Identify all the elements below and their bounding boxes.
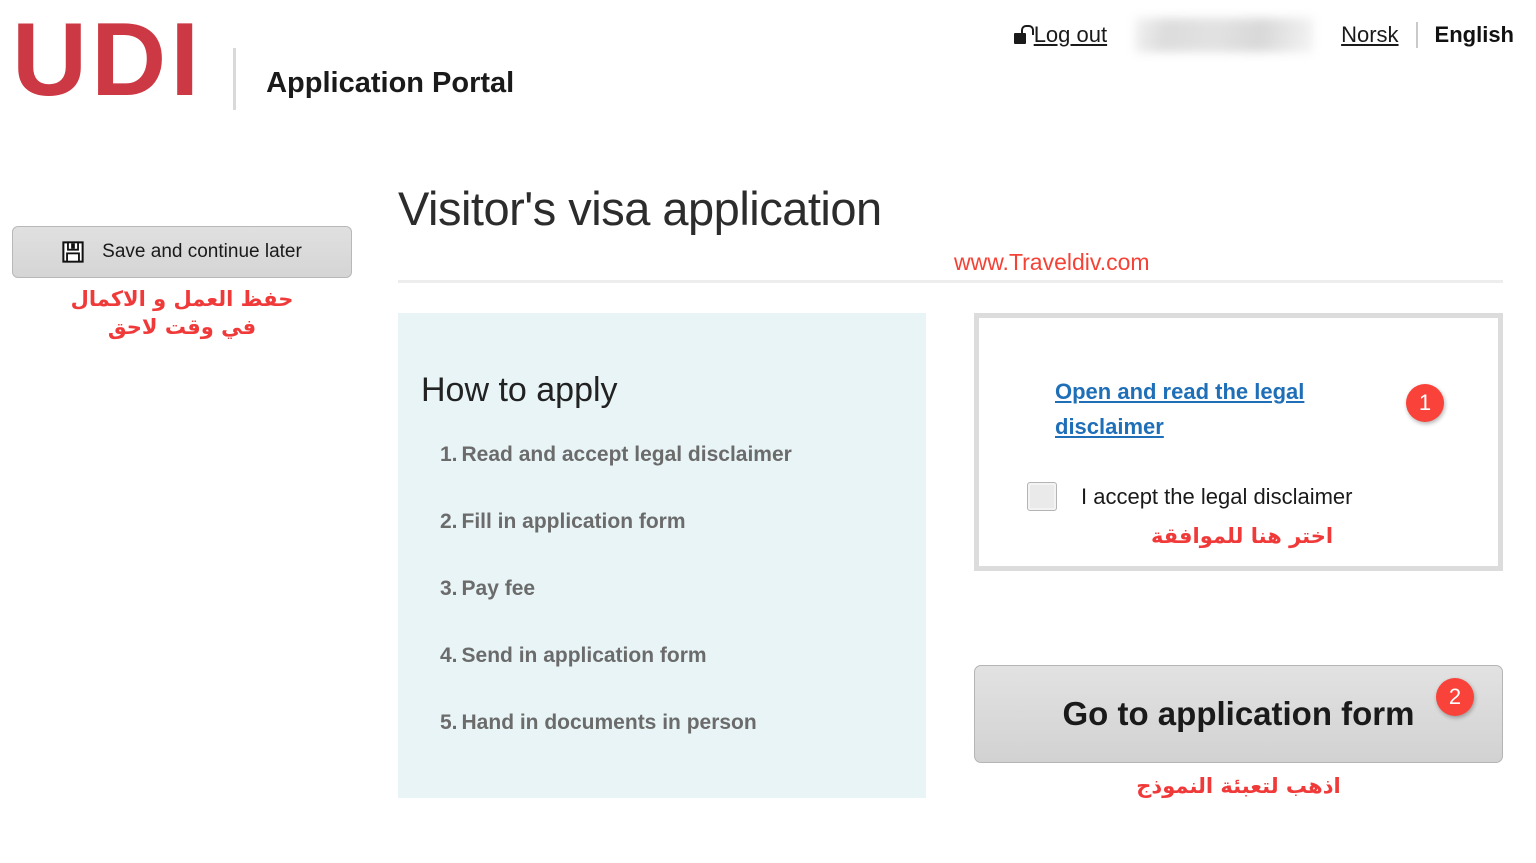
step-badge-1: 1 [1406, 384, 1444, 422]
language-link-norsk[interactable]: Norsk [1341, 22, 1398, 48]
floppy-disk-save-icon [62, 241, 84, 263]
username-redacted-block [1135, 18, 1314, 52]
title-divider [398, 280, 1503, 283]
save-arabic-line-2: في وقت لاحق [107, 314, 257, 339]
list-item: 3. Pay fee [440, 577, 926, 601]
list-item: 1. Read and accept legal disclaimer [440, 443, 926, 467]
language-link-english[interactable]: English [1435, 22, 1514, 48]
language-separator [1415, 22, 1418, 48]
step-text: Read and accept legal disclaimer [461, 443, 792, 466]
open-lock-icon [1013, 25, 1034, 45]
header-utility-bar: Log out Norsk English [1013, 18, 1514, 52]
sidebar: Save and continue later حفظ العمل و الاك… [12, 226, 352, 341]
accept-disclaimer-checkbox[interactable] [1027, 482, 1057, 511]
how-to-apply-panel: How to apply 1. Read and accept legal dis… [398, 313, 926, 798]
step-text: Pay fee [461, 577, 536, 600]
portal-title: Application Portal [266, 66, 515, 99]
page-header: UDI Application Portal Log out Norsk Eng… [0, 0, 1536, 150]
save-and-continue-later-button[interactable]: Save and continue later [12, 226, 352, 278]
logout-label: Log out [1033, 22, 1108, 47]
go-to-application-form-label: Go to application form [1062, 695, 1415, 732]
logo-divider [233, 48, 237, 110]
logout-button[interactable]: Log out [1013, 22, 1108, 48]
step-number: 5. [440, 711, 458, 734]
step-text: Send in application form [461, 644, 707, 667]
save-button-label: Save and continue later [102, 241, 302, 262]
step-text: Fill in application form [461, 510, 686, 533]
page-title: Visitor's visa application [398, 182, 882, 235]
step-number: 3. [440, 577, 458, 600]
list-item: 4. Send in application form [440, 644, 926, 668]
step-number: 4. [440, 644, 458, 667]
accept-disclaimer-label: I accept the legal disclaimer [1081, 483, 1353, 509]
main-content: Visitor's visa application www.Traveldiv… [398, 182, 1504, 798]
brand-logo-block: UDI Application Portal [12, 8, 514, 112]
accept-disclaimer-row[interactable]: I accept the legal disclaimer [1027, 482, 1352, 511]
how-to-apply-heading: How to apply [421, 371, 618, 409]
accept-disclaimer-arabic-annotation: اختر هنا للموافقة [1150, 524, 1334, 548]
step-number: 1. [440, 443, 458, 466]
legal-disclaimer-panel: Open and read the legal disclaimer I acc… [974, 313, 1503, 571]
go-to-form-arabic-annotation: اذهب لتعبئة النموذج [1136, 774, 1341, 798]
save-arabic-line-1: حفظ العمل و الاكمال [70, 287, 294, 311]
udi-logo: UDI [12, 2, 204, 118]
step-number: 2. [440, 510, 458, 533]
list-item: 5. Hand in documents in person [440, 711, 926, 735]
how-to-apply-steps-list: 1. Read and accept legal disclaimer 2. Fil… [398, 407, 926, 735]
site-watermark: www.Traveldiv.com [954, 249, 1150, 275]
step-badge-2: 2 [1436, 678, 1474, 716]
go-to-application-form-button[interactable]: Go to application form [974, 665, 1503, 763]
list-item: 2. Fill in application form [440, 510, 926, 534]
save-button-arabic-annotation: حفظ العمل و الاكمال في وقت لاحق [12, 286, 352, 341]
step-text: Hand in documents in person [461, 711, 757, 734]
open-legal-disclaimer-link[interactable]: Open and read the legal disclaimer [1055, 374, 1355, 444]
